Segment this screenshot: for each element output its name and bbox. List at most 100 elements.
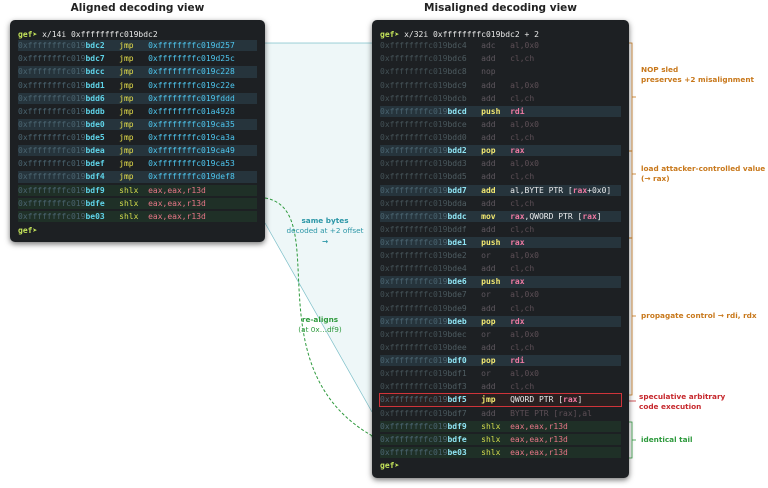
propagate-label: propagate control → rdi, rdx	[641, 311, 757, 321]
mnemonic: shlx	[481, 421, 501, 431]
address-suffix: bde2	[447, 251, 467, 261]
register-token: rax	[510, 146, 525, 156]
instruction-row: 0xffffffffc019bdd5 add cl,ch	[380, 171, 621, 182]
mnemonic: or	[481, 329, 491, 339]
gef-prompt: gef➤	[380, 30, 400, 39]
instruction-row: 0xffffffffc019bdda add cl,ch	[380, 198, 621, 209]
address-suffix: bdf5	[447, 395, 467, 405]
address-suffix: bdec	[447, 329, 467, 339]
load-line-1: load attacker-controlled value	[641, 164, 766, 173]
mnemonic: pop	[481, 356, 496, 366]
mnemonic: adc	[481, 41, 496, 51]
nop-sled-line-1: NOP sled	[641, 65, 679, 74]
address-prefix: 0xffffffffc019	[380, 67, 448, 77]
address-prefix: 0xffffffffc019	[380, 172, 448, 182]
mnemonic: jmp	[119, 172, 134, 182]
aligned-terminal: gef➤ x/14i 0xffffffffc019bdc2 0xffffffff…	[10, 20, 265, 242]
propagate-line: propagate control → rdi, rdx	[641, 311, 757, 320]
address-prefix: 0xffffffffc019	[380, 198, 448, 208]
operands: eax,eax,r13d	[148, 198, 206, 208]
mnemonic: add	[481, 54, 496, 64]
register-token: rax	[563, 395, 578, 405]
instruction-row: 0xffffffffc019bdd0 add cl,ch	[380, 132, 621, 143]
mnemonic: mov	[481, 211, 496, 221]
instruction-row: 0xffffffffc019bde2 or al,0x0	[380, 250, 621, 261]
mnemonic: jmp	[119, 119, 134, 129]
operands: cl,ch	[510, 133, 535, 143]
instruction-row: 0xffffffffc019bdd6 jmp 0xffffffffc019fdd…	[18, 92, 257, 104]
address-prefix: 0xffffffffc019	[18, 41, 86, 51]
nop-sled-line-2: preserves +2 misalignment	[641, 74, 755, 84]
address-suffix: bde6	[447, 277, 467, 287]
instruction-row: 0xffffffffc019bdf0 pop rdi	[380, 355, 621, 367]
instruction-row: 0xffffffffc019bdfe shlx eax,eax,r13d	[18, 197, 257, 209]
identical-tail-line: identical tail	[641, 435, 693, 444]
address-prefix: 0xffffffffc019	[18, 54, 86, 64]
address-suffix: bdc8	[447, 67, 467, 77]
instruction-row: 0xffffffffc019bdea jmp 0xffffffffc019ca4…	[18, 145, 257, 157]
address-suffix: bdf9	[447, 421, 467, 431]
operands: rdi	[510, 356, 524, 365]
mnemonic: add	[481, 303, 496, 313]
spec-label: speculative arbitrary code execution	[639, 392, 725, 411]
address-prefix: 0xffffffffc019	[18, 172, 86, 182]
mnemonic: jmp	[119, 80, 134, 90]
address-prefix: 0xffffffffc019	[380, 54, 448, 64]
mnemonic: add	[481, 342, 496, 352]
address-suffix: bdcb	[447, 93, 467, 103]
address-suffix: bdd7	[447, 185, 467, 195]
load-bracket	[628, 150, 636, 239]
address-suffix: bdda	[447, 198, 467, 208]
gef-prompt: gef➤	[18, 226, 38, 235]
instruction-row: 0xffffffffc019bdec or al,0x0	[380, 329, 621, 340]
address-suffix: bde1	[447, 238, 467, 247]
address-prefix: 0xffffffffc019	[18, 106, 86, 116]
register-token: rdi	[510, 106, 525, 116]
instruction-row: 0xffffffffc019bdf9 shlx eax,eax,r13d	[18, 184, 257, 196]
instruction-row: 0xffffffffc019bde1 push rax	[380, 237, 621, 249]
address-prefix: 0xffffffffc019	[380, 303, 448, 313]
mnemonic: or	[481, 290, 491, 300]
mnemonic: add	[481, 133, 496, 143]
instruction-row: 0xffffffffc019be03 shlx eax,eax,r13d	[18, 210, 257, 222]
operands: QWORD PTR [rax]	[510, 395, 583, 405]
mnemonic: shlx	[119, 211, 139, 221]
register-token: rax	[510, 211, 525, 221]
instruction-row: 0xffffffffc019bde0 jmp 0xffffffffc019ca3…	[18, 118, 257, 131]
operands: 0xffffffffc019c228	[148, 67, 235, 77]
instruction-row: 0xffffffffc019bdc7 jmp 0xffffffffc019d25…	[18, 53, 257, 64]
instruction-row: 0xffffffffc019bdcc jmp 0xffffffffc019c22…	[18, 66, 257, 78]
address-prefix: 0xffffffffc019	[380, 80, 448, 90]
mnemonic: add	[481, 382, 496, 392]
address-prefix: 0xffffffffc019	[380, 264, 448, 274]
address-prefix: 0xffffffffc019	[380, 329, 448, 339]
identical-tail-label: identical tail	[641, 435, 693, 445]
mnemonic: add	[481, 172, 496, 182]
address-prefix: 0xffffffffc019	[380, 408, 448, 418]
nop-sled-label: NOP sled preserves +2 misalignment	[641, 65, 754, 84]
operands: rax	[510, 146, 524, 155]
address-suffix: bdd1	[85, 80, 105, 90]
operands: al,0x0	[510, 119, 539, 129]
operands: rax	[510, 238, 524, 247]
address-suffix: bde4	[447, 264, 467, 274]
address-suffix: bdd6	[85, 93, 105, 103]
address-prefix: 0xffffffffc019	[380, 356, 448, 366]
operands: eax,eax,r13d	[510, 434, 568, 444]
address-prefix: 0xffffffffc019	[380, 421, 448, 431]
address-suffix: bddf	[447, 224, 467, 234]
address-prefix: 0xffffffffc019	[380, 224, 448, 234]
address-prefix: 0xffffffffc019	[380, 238, 448, 247]
same-bytes-title: same bytes	[301, 216, 349, 225]
address-suffix: bdf4	[85, 172, 105, 182]
address-prefix: 0xffffffffc019	[18, 67, 86, 77]
operands: cl,ch	[510, 93, 535, 103]
address-prefix: 0xffffffffc019	[380, 434, 448, 444]
operands: al,0x0	[510, 329, 539, 339]
identical-tail-bracket	[628, 421, 636, 459]
command-line: gef➤ x/14i 0xffffffffc019bdc2	[18, 29, 257, 40]
address-prefix: 0xffffffffc019	[380, 382, 448, 392]
operands: cl,ch	[510, 224, 535, 234]
operands: 0xffffffffc019def8	[148, 172, 235, 182]
mnemonic: nop	[481, 67, 496, 77]
